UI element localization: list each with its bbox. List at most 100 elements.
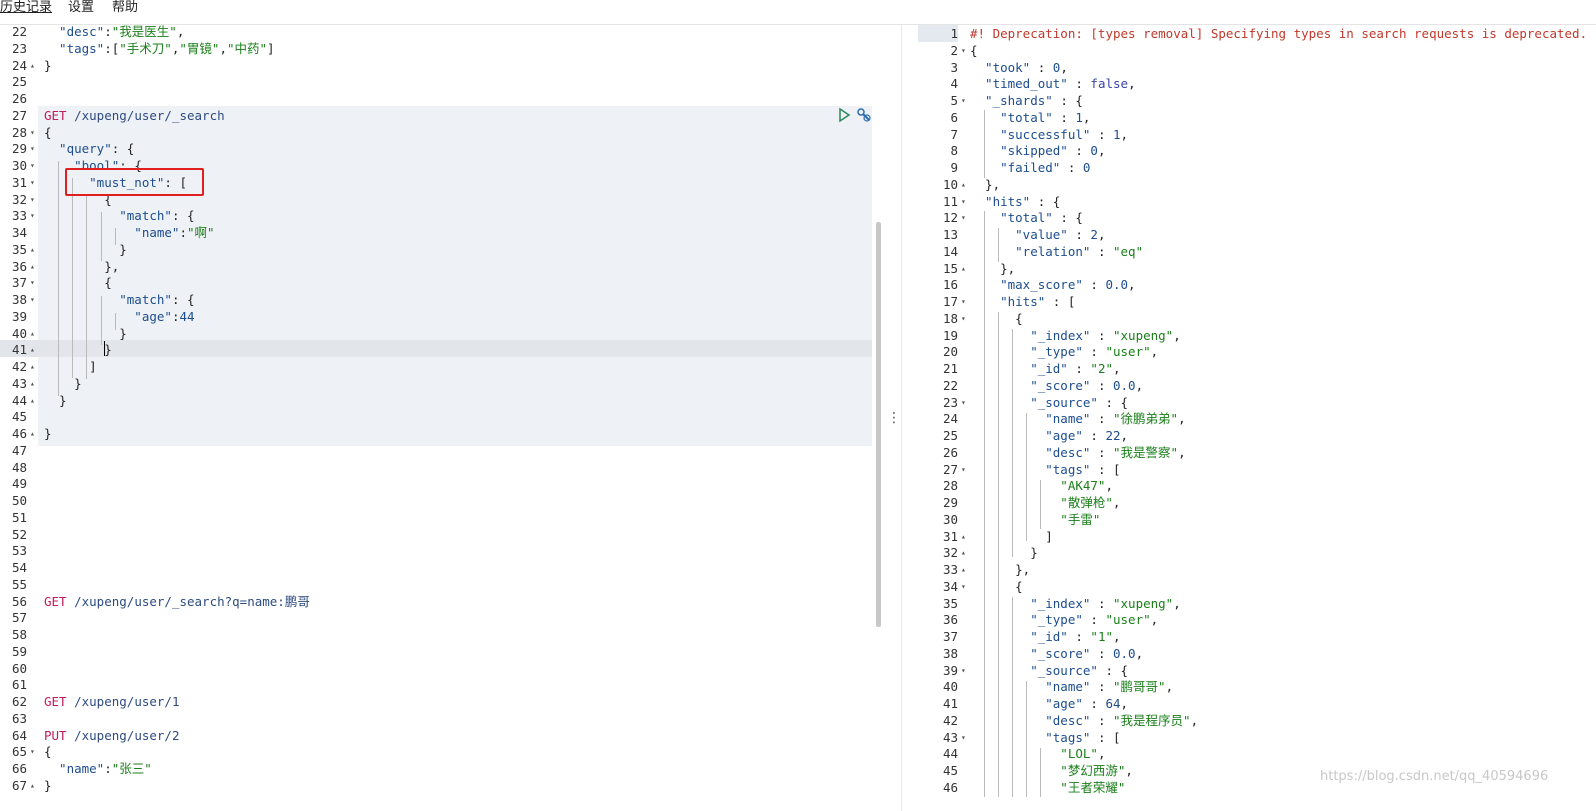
code-token: }, [970,562,1031,577]
fold-expand-icon[interactable]: ▴ [30,258,35,275]
code-token: }, [44,258,120,274]
fold-expand-icon[interactable]: ▴ [30,57,35,74]
code-text: "散弹枪", [970,494,1120,511]
code-token: }, [970,176,1001,192]
code-line: 33 ▴ }, [918,561,1596,578]
line-number: 16 [942,277,958,293]
fold-expand-icon[interactable]: ▴ [30,375,35,392]
fold-collapse-icon[interactable]: ▾ [30,743,35,760]
fold-collapse-icon[interactable]: ▾ [961,209,966,226]
fold-collapse-icon[interactable]: ▾ [30,124,35,141]
editor-scrollbar[interactable] [876,222,881,627]
code-text: "_id" : "1", [970,628,1121,645]
fold-collapse-icon[interactable]: ▾ [961,729,966,746]
code-line: 28 "AK47", [918,477,1596,494]
code-line: 60 [0,660,888,677]
fold-expand-icon[interactable]: ▴ [961,561,966,578]
response-viewer[interactable]: 1 #! Deprecation: [types removal] Specify… [918,25,1596,811]
line-number: 62 [11,694,27,709]
code-token: "user" [1105,612,1151,628]
code-token: /xupeng/user/_search?q=name:鹏哥 [74,593,310,609]
code-token: } [970,545,1038,561]
menu-help[interactable]: 帮助 [112,0,138,16]
code-token: "tags" [970,461,1091,477]
fold-collapse-icon[interactable]: ▾ [961,42,966,59]
code-text: "name":"啊" [44,224,214,241]
code-token: "散弹枪" [970,495,1113,510]
code-text: } [44,375,82,392]
line-number: 59 [11,643,27,659]
code-token: , [1125,763,1133,778]
fold-expand-icon[interactable]: ▴ [30,341,35,358]
fold-expand-icon[interactable]: ▴ [30,777,35,794]
fold-collapse-icon[interactable]: ▾ [961,92,966,109]
fold-expand-icon[interactable]: ▴ [961,544,966,561]
fold-expand-icon[interactable]: ▴ [961,176,966,193]
wrench-icon[interactable] [856,107,872,123]
line-number: 38 [942,645,958,661]
fold-expand-icon[interactable]: ▴ [961,528,966,545]
line-number: 9 [950,160,958,175]
fold-collapse-icon[interactable]: ▾ [961,394,966,411]
line-number: 15 [942,260,958,276]
code-token: 44 [179,308,195,324]
code-token: : [1090,679,1113,695]
fold-collapse-icon[interactable]: ▾ [30,140,35,157]
code-line: 65 ▾ { [0,743,888,760]
code-text: "梦幻西游", [970,762,1133,779]
fold-expand-icon[interactable]: ▴ [30,358,35,375]
code-token: "梦幻西游" [970,763,1126,778]
fold-collapse-icon[interactable]: ▾ [30,274,35,291]
line-number: 44 [11,392,27,408]
code-line: 37 ▾ { [0,274,888,291]
code-line: 30 "手雷" [918,511,1596,528]
menu-history[interactable]: 历史记录 [0,0,52,16]
line-number: 28 [11,124,27,140]
code-token: "name" [44,761,105,776]
code-text: GET /xupeng/user/_search?q=name:鹏哥 [44,593,310,610]
line-number: 43 [942,729,958,745]
fold-collapse-icon[interactable]: ▾ [961,293,966,310]
line-number: 64 [11,727,27,743]
menu-settings[interactable]: 设置 [68,0,94,16]
code-line: 21 "_id" : "2", [918,360,1596,377]
code-line: 11 ▾ "hits" : { [918,193,1596,210]
code-text: "total" : 1, [970,109,1090,126]
code-token: "xupeng" [1113,327,1174,343]
request-editor[interactable]: 22 "desc":"我是医生", 23 "tags":["手术刀","胃镜","… [0,25,888,811]
fold-collapse-icon[interactable]: ▾ [30,157,35,174]
fold-collapse-icon[interactable]: ▾ [961,193,966,210]
code-token: GET [44,593,67,609]
line-number: 13 [942,227,958,242]
code-line: 64 PUT /xupeng/user/2 [0,727,888,744]
fold-expand-icon[interactable]: ▴ [30,325,35,342]
fold-collapse-icon[interactable]: ▾ [30,207,35,224]
code-line: 58 [0,626,888,643]
code-token: { [44,744,52,760]
code-text: "max_score" : 0.0, [970,276,1135,293]
panel-splitter[interactable]: ⋮ [887,25,901,811]
fold-collapse-icon[interactable]: ▾ [961,662,966,679]
fold-collapse-icon[interactable]: ▾ [30,174,35,191]
fold-expand-icon[interactable]: ▴ [30,425,35,442]
code-token: , [1113,629,1121,644]
fold-expand-icon[interactable]: ▴ [30,241,35,258]
fold-collapse-icon[interactable]: ▾ [961,578,966,595]
fold-collapse-icon[interactable]: ▾ [30,191,35,208]
fold-expand-icon[interactable]: ▴ [30,392,35,409]
code-text: { [44,124,52,141]
play-icon[interactable] [836,107,852,123]
code-line: 27 GET /xupeng/user/_search [0,107,888,124]
vertical-ellipsis-icon[interactable]: ⋮ [887,410,901,426]
code-line: 25 "age" : 22, [918,427,1596,444]
line-number: 6 [950,109,958,125]
code-token: : [ [1090,729,1121,745]
fold-collapse-icon[interactable]: ▾ [961,461,966,478]
line-number: 46 [11,426,27,441]
fold-expand-icon[interactable]: ▴ [961,260,966,277]
fold-collapse-icon[interactable]: ▾ [961,310,966,327]
fold-collapse-icon[interactable]: ▾ [30,291,35,308]
code-token: : [1090,444,1113,460]
code-token: "query" [44,141,112,157]
